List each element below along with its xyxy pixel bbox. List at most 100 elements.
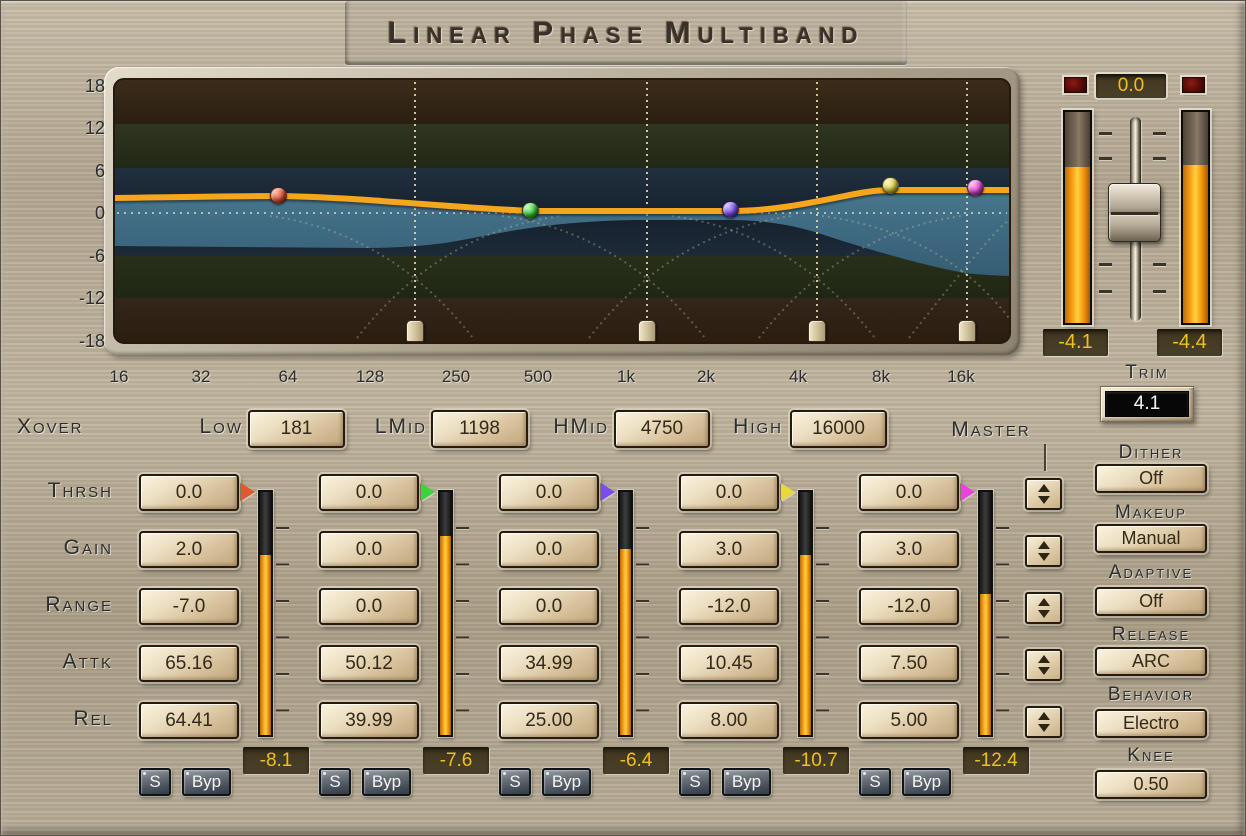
band3-bypass-button[interactable]: Byp xyxy=(542,768,591,796)
spin-up-icon[interactable] xyxy=(1038,598,1050,606)
band1-rel-value[interactable]: 64.41 xyxy=(139,702,239,739)
band5-bypass-button[interactable]: Byp xyxy=(902,768,951,796)
gain-label: Gain xyxy=(9,536,113,560)
spin-up-icon[interactable] xyxy=(1038,655,1050,663)
spin-down-icon[interactable] xyxy=(1038,553,1050,561)
dither-button[interactable]: Off xyxy=(1095,464,1207,493)
fader-tick xyxy=(1099,290,1112,293)
band4-solo-button[interactable]: S xyxy=(679,768,711,796)
band4-attk-value[interactable]: 10.45 xyxy=(679,645,779,682)
band4-meter-ticks xyxy=(816,527,829,712)
master-fader-handle[interactable] xyxy=(1108,183,1161,242)
makeup-button[interactable]: Manual xyxy=(1095,524,1207,553)
band2-bypass-button[interactable]: Byp xyxy=(362,768,411,796)
band1-threshold-arrow[interactable] xyxy=(241,483,255,501)
master-connector-line xyxy=(1044,444,1046,471)
band2-threshold-arrow[interactable] xyxy=(421,483,435,501)
band4-range-value[interactable]: -12.0 xyxy=(679,588,779,625)
band3-thrsh-value[interactable]: 0.0 xyxy=(499,474,599,511)
band1-meter-ticks xyxy=(276,527,289,712)
master-attk-spinner[interactable] xyxy=(1025,649,1062,681)
spin-down-icon[interactable] xyxy=(1038,667,1050,675)
spin-down-icon[interactable] xyxy=(1038,724,1050,732)
band3-threshold-arrow[interactable] xyxy=(601,483,615,501)
band2-attk-value[interactable]: 50.12 xyxy=(319,645,419,682)
fader-tick xyxy=(1099,263,1112,266)
master-gain-spinner[interactable] xyxy=(1025,535,1062,567)
band4-threshold-arrow[interactable] xyxy=(781,483,795,501)
band2-level-meter xyxy=(438,490,453,737)
band4-rel-value[interactable]: 8.00 xyxy=(679,702,779,739)
fader-tick xyxy=(1153,263,1166,266)
knee-label: Knee xyxy=(1086,745,1216,767)
band3-gain-value[interactable]: 0.0 xyxy=(499,531,599,568)
master-range-spinner[interactable] xyxy=(1025,592,1062,624)
band4-gain-value[interactable]: 3.0 xyxy=(679,531,779,568)
band2-thrsh-value[interactable]: 0.0 xyxy=(319,474,419,511)
y-tick: 12 xyxy=(59,118,105,139)
band4-gain-reduction-readout: -10.7 xyxy=(783,747,849,774)
band2-gain-value[interactable]: 0.0 xyxy=(319,531,419,568)
spin-up-icon[interactable] xyxy=(1038,484,1050,492)
spin-up-icon[interactable] xyxy=(1038,541,1050,549)
spin-up-icon[interactable] xyxy=(1038,712,1050,720)
rel-label: Rel xyxy=(9,707,113,731)
master-thrsh-spinner[interactable] xyxy=(1025,478,1062,510)
spin-down-icon[interactable] xyxy=(1038,496,1050,504)
y-tick: 6 xyxy=(59,161,105,182)
band5-gain-value[interactable]: 3.0 xyxy=(859,531,959,568)
band2-rel-value[interactable]: 39.99 xyxy=(319,702,419,739)
band5-solo-button[interactable]: S xyxy=(859,768,891,796)
band3-rel-value[interactable]: 25.00 xyxy=(499,702,599,739)
band2-gain-reduction-readout: -7.6 xyxy=(423,747,489,774)
band4-column: 0.0 3.0 -12.0 10.45 8.00 -10.7 S Byp xyxy=(679,1,859,836)
plugin-window: Linear Phase Multiband xyxy=(0,0,1246,836)
xover-label: Xover xyxy=(17,415,84,439)
band5-thrsh-value[interactable]: 0.0 xyxy=(859,474,959,511)
band1-solo-button[interactable]: S xyxy=(139,768,171,796)
y-tick: -18 xyxy=(59,331,105,352)
master-rel-spinner[interactable] xyxy=(1025,706,1062,738)
meter-readout-right: -4.4 xyxy=(1157,329,1222,356)
range-label: Range xyxy=(9,593,113,617)
band5-threshold-arrow[interactable] xyxy=(961,483,975,501)
spin-down-icon[interactable] xyxy=(1038,610,1050,618)
band2-meter-ticks xyxy=(456,527,469,712)
y-tick: 18 xyxy=(59,76,105,97)
band2-solo-button[interactable]: S xyxy=(319,768,351,796)
y-tick: 0 xyxy=(59,203,105,224)
behavior-button[interactable]: Electro xyxy=(1095,709,1207,738)
adaptive-button[interactable]: Off xyxy=(1095,587,1207,616)
fader-tick xyxy=(1153,157,1166,160)
release-button[interactable]: ARC xyxy=(1095,647,1207,676)
band5-range-value[interactable]: -12.0 xyxy=(859,588,959,625)
clip-indicator-right[interactable] xyxy=(1182,77,1205,93)
clip-indicator-left[interactable] xyxy=(1064,77,1087,93)
band3-range-value[interactable]: 0.0 xyxy=(499,588,599,625)
band1-bypass-button[interactable]: Byp xyxy=(182,768,231,796)
band1-thrsh-value[interactable]: 0.0 xyxy=(139,474,239,511)
meter-readout-left: -4.1 xyxy=(1043,329,1108,356)
band2-range-value[interactable]: 0.0 xyxy=(319,588,419,625)
fader-tick xyxy=(1153,132,1166,135)
band1-gain-reduction-readout: -8.1 xyxy=(243,747,309,774)
band3-solo-button[interactable]: S xyxy=(499,768,531,796)
band5-attk-value[interactable]: 7.50 xyxy=(859,645,959,682)
adaptive-label: Adaptive xyxy=(1086,562,1216,584)
output-fader-readout: 0.0 xyxy=(1096,74,1166,98)
band5-rel-value[interactable]: 5.00 xyxy=(859,702,959,739)
band1-attk-value[interactable]: 65.16 xyxy=(139,645,239,682)
band4-bypass-button[interactable]: Byp xyxy=(722,768,771,796)
band3-attk-value[interactable]: 34.99 xyxy=(499,645,599,682)
band5-level-meter xyxy=(978,490,993,737)
band4-thrsh-value[interactable]: 0.0 xyxy=(679,474,779,511)
knee-button[interactable]: 0.50 xyxy=(1095,770,1207,799)
release-label: Release xyxy=(1086,624,1216,646)
makeup-label: Makeup xyxy=(1086,502,1216,524)
band1-gain-value[interactable]: 2.0 xyxy=(139,531,239,568)
fader-tick xyxy=(1099,157,1112,160)
fader-tick xyxy=(1099,132,1112,135)
band1-range-value[interactable]: -7.0 xyxy=(139,588,239,625)
band1-column: 0.0 2.0 -7.0 65.16 64.41 -8.1 S Byp xyxy=(139,1,319,836)
band5-meter-ticks xyxy=(996,527,1009,712)
